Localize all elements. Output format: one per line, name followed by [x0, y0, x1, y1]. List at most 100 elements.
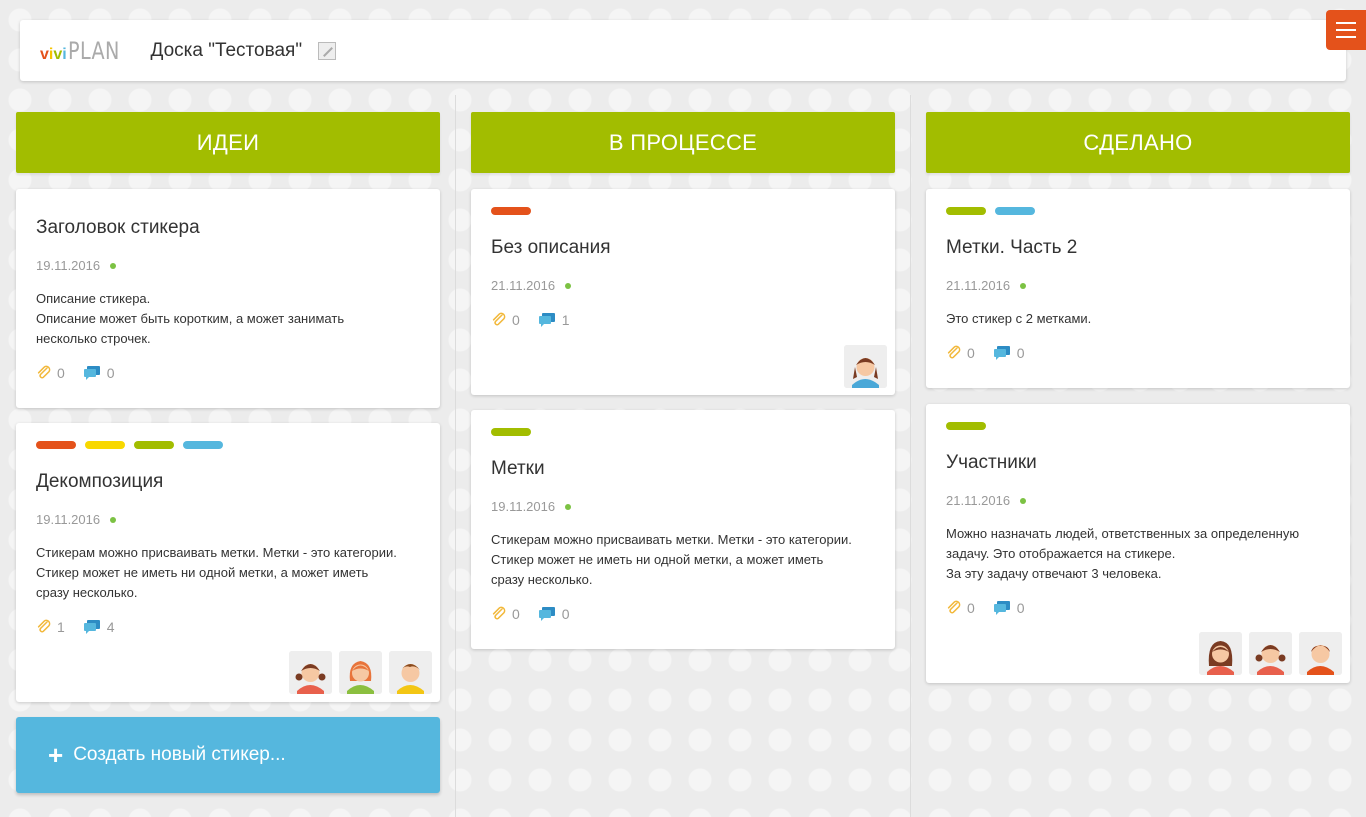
hamburger-line — [1336, 29, 1356, 31]
label-orange — [36, 441, 76, 449]
sticker-card[interactable]: Метки. Часть 2 21.11.2016 Это стикер с 2… — [926, 189, 1350, 388]
comments-count[interactable]: 0 — [993, 345, 1025, 361]
description-line: сразу несколько. — [491, 572, 593, 587]
paperclip-icon — [492, 606, 506, 620]
comment-icon — [538, 607, 555, 621]
sticker-card[interactable]: Заголовок стикера 19.11.2016 Описание ст… — [16, 189, 440, 408]
viviplan-logo[interactable]: vivi PLAN — [40, 37, 132, 65]
column-header[interactable]: СДЕЛАНО — [926, 112, 1350, 173]
card-labels — [946, 207, 1035, 215]
sticker-card[interactable]: Метки 19.11.2016 Стикерам можно присваив… — [471, 410, 895, 649]
date-text: 21.11.2016 — [491, 278, 556, 293]
column-in-progress: В ПРОЦЕССЕ Без описания 21.11.2016 0 1 М… — [471, 112, 895, 649]
column-divider — [455, 95, 456, 817]
attachments-value: 0 — [967, 600, 975, 616]
avatar-girl-red-icon[interactable] — [339, 651, 382, 694]
description-line: Описание стикера. — [36, 291, 151, 306]
comments-count[interactable]: 4 — [83, 619, 115, 635]
description-line: Стикер может не иметь ни одной метки, а … — [491, 552, 824, 567]
description-line: Стикерам можно присваивать метки. Метки … — [36, 545, 397, 560]
card-title: Участники — [946, 452, 1037, 473]
card-description: Можно назначать людей, ответственных за … — [946, 524, 1340, 584]
sticker-card[interactable]: Без описания 21.11.2016 0 1 — [471, 189, 895, 395]
label-green — [134, 441, 174, 449]
attachments-count[interactable]: 0 — [491, 312, 520, 328]
avatar-man-brown-icon[interactable] — [1299, 632, 1342, 675]
sticker-card[interactable]: Декомпозиция 19.11.2016 Стикерам можно п… — [16, 423, 440, 702]
label-green — [946, 207, 986, 215]
label-green — [491, 428, 531, 436]
card-description: Это стикер с 2 метками. — [946, 309, 1340, 329]
card-meta: 0 0 — [946, 600, 1043, 616]
edit-board-icon[interactable] — [318, 41, 337, 60]
card-title: Декомпозиция — [36, 471, 164, 492]
date-text: 21.11.2016 — [946, 278, 1011, 293]
comments-count[interactable]: 0 — [993, 600, 1025, 616]
status-dot-icon — [565, 503, 572, 510]
top-bar: vivi PLAN Доска "Тестовая" — [20, 20, 1346, 81]
description-line: Стикер может не иметь ни одной метки, а … — [36, 565, 369, 580]
card-assignees — [289, 651, 432, 694]
card-description: Описание стикера. Описание может быть ко… — [36, 289, 430, 349]
attachments-count[interactable]: 0 — [36, 365, 65, 381]
attachments-count[interactable]: 1 — [36, 619, 65, 635]
hamburger-line — [1336, 36, 1356, 38]
create-sticker-label: Создать новый стикер... — [73, 744, 286, 765]
avatar-woman-brown-icon[interactable] — [1199, 632, 1242, 675]
description-line: Стикерам можно присваивать метки. Метки … — [491, 532, 852, 547]
column-header[interactable]: В ПРОЦЕССЕ — [471, 112, 895, 173]
create-sticker-button[interactable]: + Создать новый стикер... — [16, 717, 440, 793]
description-line: сразу несколько. — [36, 585, 138, 600]
paperclip-icon — [37, 619, 51, 633]
card-meta: 0 0 — [946, 345, 1043, 361]
comment-icon — [83, 620, 100, 634]
logo-letter: v — [40, 45, 49, 63]
comments-value: 0 — [561, 606, 570, 622]
avatar-girl-pigtails-icon[interactable] — [289, 651, 332, 694]
description-line: За эту задачу отвечают 3 человека. — [946, 566, 1162, 581]
comments-count[interactable]: 0 — [538, 606, 570, 622]
sticker-card[interactable]: Участники 21.11.2016 Можно назначать люд… — [926, 404, 1350, 683]
avatar-boy-yellow-icon[interactable] — [389, 651, 432, 694]
main-menu-button[interactable] — [1326, 10, 1366, 50]
card-meta: 0 0 — [491, 606, 588, 622]
card-meta: 0 0 — [36, 365, 133, 381]
column-done: СДЕЛАНО Метки. Часть 2 21.11.2016 Это ст… — [926, 112, 1350, 683]
label-blue — [995, 207, 1035, 215]
comment-icon — [993, 601, 1010, 615]
comments-value: 0 — [106, 365, 115, 381]
avatar-girl-pigtails-icon[interactable] — [1249, 632, 1292, 675]
attachments-value: 0 — [967, 345, 975, 361]
column-ideas: ИДЕИ Заголовок стикера 19.11.2016 Описан… — [16, 112, 440, 793]
attachments-count[interactable]: 0 — [491, 606, 520, 622]
logo-letter: v — [53, 45, 63, 63]
comments-value: 1 — [561, 312, 570, 328]
status-dot-icon — [565, 282, 572, 289]
comments-count[interactable]: 0 — [83, 365, 115, 381]
avatar-girl-blue-icon[interactable] — [844, 345, 887, 388]
plus-icon: + — [48, 740, 64, 770]
comment-icon — [538, 313, 555, 327]
attachments-count[interactable]: 0 — [946, 345, 975, 361]
comments-value: 0 — [1016, 600, 1025, 616]
card-date: 19.11.2016 — [36, 258, 117, 273]
comments-value: 4 — [106, 619, 115, 635]
column-header[interactable]: ИДЕИ — [16, 112, 440, 173]
date-text: 19.11.2016 — [36, 258, 101, 273]
paperclip-icon — [947, 600, 961, 614]
comments-count[interactable]: 1 — [538, 312, 570, 328]
paperclip-icon — [947, 345, 961, 359]
card-labels — [36, 441, 223, 449]
card-labels — [491, 428, 531, 436]
attachments-value: 1 — [57, 619, 65, 635]
card-meta: 1 4 — [36, 619, 133, 635]
attachments-count[interactable]: 0 — [946, 600, 975, 616]
description-line: Описание может быть коротким, а может за… — [36, 311, 345, 326]
date-text: 19.11.2016 — [491, 499, 556, 514]
card-date: 21.11.2016 — [946, 493, 1027, 508]
card-assignees — [844, 345, 887, 388]
comment-icon — [83, 366, 100, 380]
logo-letter: i — [62, 45, 67, 63]
hamburger-line — [1336, 22, 1356, 24]
label-yellow — [85, 441, 125, 449]
